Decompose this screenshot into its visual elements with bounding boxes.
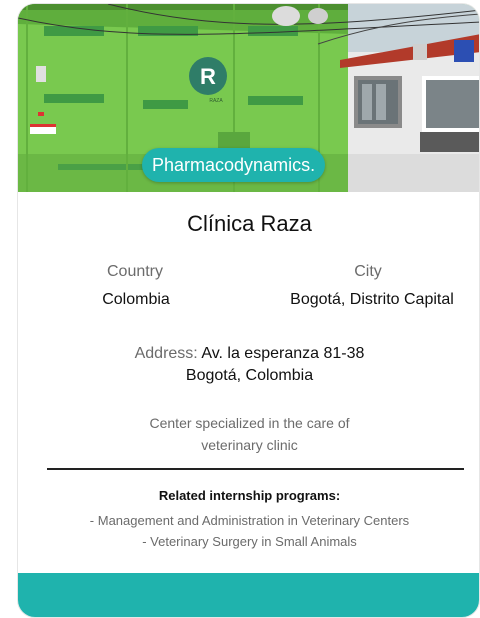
city-label: City (354, 263, 382, 280)
program-item: - Veterinary Surgery in Small Animals (142, 534, 357, 549)
clinic-name: Clínica Raza (187, 211, 312, 236)
description-line-2: veterinary clinic (201, 437, 298, 453)
address-line-1: Address: Av. la esperanza 81-38 (18, 343, 479, 365)
divider (47, 468, 464, 470)
program-item: - Management and Administration in Veter… (89, 513, 410, 528)
svg-text:RAZA: RAZA (209, 98, 223, 104)
address-label: Address: (134, 345, 198, 362)
card-footer-bar[interactable] (18, 573, 479, 617)
city-value: Bogotá, Distrito Capital (290, 291, 454, 308)
description: Center specialized in the care of veteri… (78, 412, 421, 456)
clinic-card[interactable]: R RAZA Pharmacodynamics. Clínica Raza Co… (17, 3, 480, 618)
clinic-photo: R RAZA Pharmacodynamics. (18, 4, 479, 192)
address-block: Address: Av. la esperanza 81-38 Bogotá, … (18, 343, 479, 387)
country-value: Colombia (102, 291, 170, 308)
related-programs-title: Related internship programs: (158, 488, 341, 503)
description-line-1: Center specialized in the care of (149, 415, 350, 431)
svg-text:R: R (200, 64, 216, 89)
address-line-2: Bogotá, Colombia (185, 367, 314, 384)
address-street: Av. la esperanza 81-38 (201, 345, 365, 362)
country-label: Country (106, 263, 164, 280)
category-tag: Pharmacodynamics. (142, 148, 326, 182)
